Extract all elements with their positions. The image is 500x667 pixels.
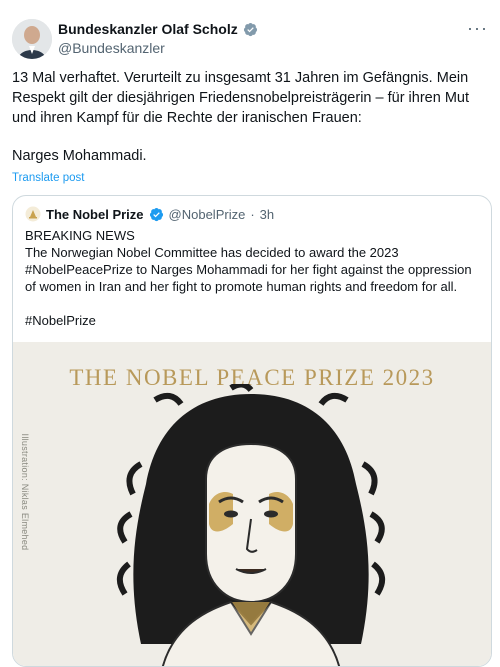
- nobel-prize-logo-icon: [25, 206, 41, 222]
- quoted-tweet-header: The Nobel Prize @NobelPrize · 3h: [25, 206, 274, 222]
- avatar[interactable]: [12, 19, 52, 59]
- quoted-display-name[interactable]: The Nobel Prize: [46, 207, 144, 222]
- quoted-handle[interactable]: @NobelPrize: [169, 207, 246, 222]
- verified-badge-icon: [243, 22, 257, 36]
- separator-dot: ·: [250, 206, 255, 222]
- quoted-media-image[interactable]: THE NOBEL PEACE PRIZE 2023 Illustration:…: [13, 342, 491, 666]
- verified-badge-icon: [149, 207, 163, 221]
- illustration-credit: Illustration: Niklas Elmehed: [20, 433, 30, 551]
- quoted-text-line: The Norwegian Nobel Committee has decide…: [25, 245, 472, 294]
- tweet-header: Bundeskanzler Olaf Scholz @Bundeskanzler…: [12, 14, 488, 60]
- handle[interactable]: @Bundeskanzler: [58, 40, 165, 56]
- tweet-text-paragraph: Narges Mohammadi.: [12, 148, 147, 164]
- more-horizontal-icon[interactable]: ···: [467, 18, 488, 39]
- quoted-hashtag[interactable]: #NobelPrize: [25, 312, 485, 329]
- tweet-text-paragraph: 13 Mal verhaftet. Verurteilt zu insgesam…: [12, 70, 469, 126]
- display-name[interactable]: Bundeskanzler Olaf Scholz: [58, 21, 238, 37]
- tweet: Bundeskanzler Olaf Scholz @Bundeskanzler…: [0, 0, 500, 667]
- quoted-tweet-text: BREAKING NEWS The Norwegian Nobel Commit…: [25, 227, 485, 329]
- quoted-timestamp[interactable]: 3h: [260, 207, 274, 222]
- tweet-text: 13 Mal verhaftet. Verurteilt zu insgesam…: [12, 68, 482, 166]
- quoted-text-line: BREAKING NEWS: [25, 228, 135, 243]
- quoted-tweet[interactable]: The Nobel Prize @NobelPrize · 3h BREAKIN…: [12, 195, 492, 667]
- portrait-illustration: [116, 384, 386, 666]
- translate-post-link[interactable]: Translate post: [12, 172, 84, 184]
